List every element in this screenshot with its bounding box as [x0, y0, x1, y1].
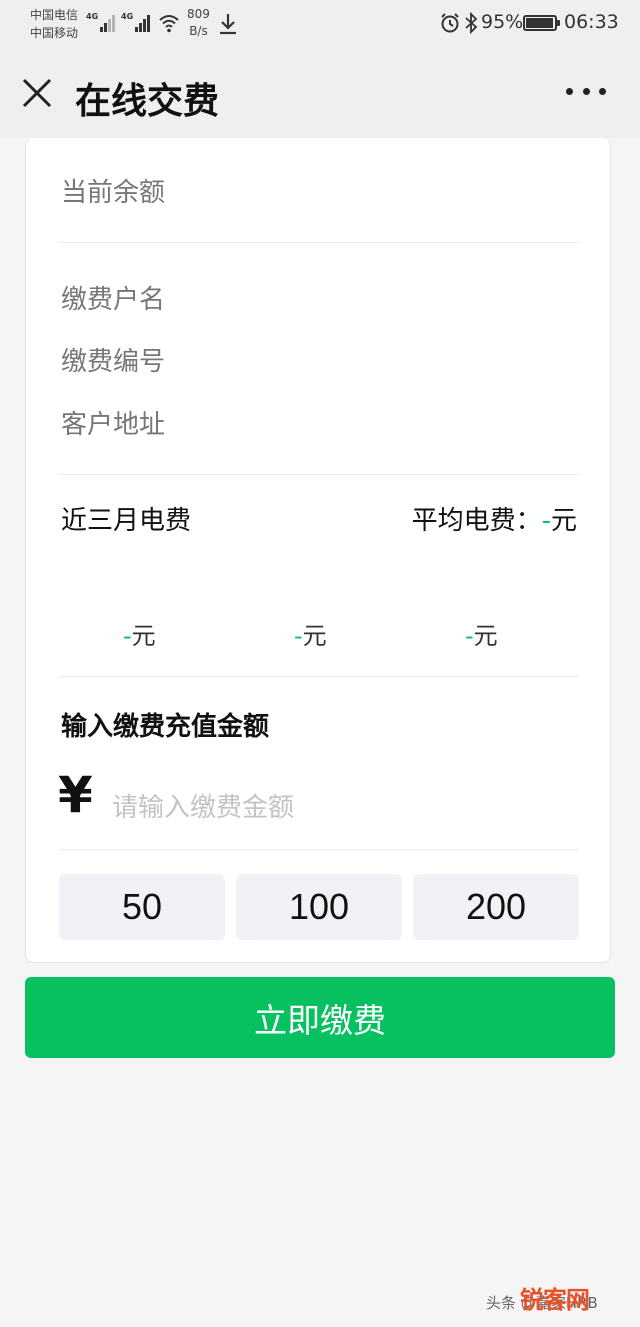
divider: [59, 676, 579, 677]
month-bill-unit: 元: [473, 622, 498, 650]
month-bill-value: -: [294, 622, 303, 650]
recent-bills-label: 近三月电费: [61, 506, 192, 536]
month-bill-value: -: [465, 622, 474, 650]
month-bill-value: -: [123, 622, 132, 650]
network-type-1: 4G: [86, 12, 99, 21]
divider: [59, 474, 579, 475]
amount-input[interactable]: [112, 783, 572, 833]
preset-amount-button[interactable]: 200: [413, 874, 579, 940]
average-bill-unit: 元: [550, 506, 577, 536]
carrier-1: 中国电信: [30, 8, 79, 22]
watermark-logo: 锐客网: [520, 1286, 590, 1314]
average-bill-value: -: [541, 506, 551, 536]
month-bill-1: -元: [123, 616, 156, 651]
carrier-names: 中国电信 中国移动: [30, 6, 78, 42]
battery-percent: 95%: [481, 11, 524, 33]
network-speed: 809 B/s: [187, 6, 210, 40]
speed-unit: B/s: [189, 24, 208, 38]
clock: 06:33: [564, 11, 619, 33]
speed-value: 809: [187, 7, 210, 21]
payment-card: 当前余额 缴费户名 缴费编号 客户地址 近三月电费 平均电费：-元 -元 -元 …: [25, 138, 611, 963]
month-bill-unit: 元: [302, 622, 327, 650]
close-icon[interactable]: [20, 76, 54, 110]
signal-icon: 4G: [121, 12, 151, 32]
signal-icon: 4G: [86, 12, 116, 32]
account-name-label: 缴费户名: [61, 285, 166, 315]
carrier-2: 中国移动: [30, 26, 79, 40]
battery-icon: [523, 15, 560, 31]
preset-amount-button[interactable]: 100: [236, 874, 402, 940]
network-type-2: 4G: [121, 12, 134, 21]
page-title: 在线交费: [75, 81, 220, 122]
preset-amount-button[interactable]: 50: [59, 874, 225, 940]
status-bar: 中国电信 中国移动 4G 4G 809 B/s 95% 06:33: [0, 0, 640, 48]
month-bill-2: -元: [294, 616, 327, 651]
more-icon[interactable]: [566, 88, 606, 98]
month-bill-3: -元: [465, 616, 498, 651]
account-number-label: 缴费编号: [61, 347, 166, 377]
download-icon: [220, 14, 236, 35]
bluetooth-icon: [465, 12, 478, 34]
currency-symbol: ¥: [58, 766, 93, 824]
month-bill-unit: 元: [131, 622, 156, 650]
average-bill: 平均电费：-元: [412, 500, 577, 537]
alarm-icon: [441, 13, 459, 33]
wifi-icon: [159, 15, 179, 33]
nav-bar: 在线交费: [0, 48, 640, 138]
divider: [59, 242, 579, 243]
balance-label: 当前余额: [61, 178, 166, 208]
pay-now-button[interactable]: 立即缴费: [25, 977, 615, 1058]
recharge-title: 输入缴费充值金额: [61, 712, 270, 742]
customer-address-label: 客户地址: [61, 410, 166, 440]
average-bill-prefix: 平均电费：: [411, 506, 542, 536]
divider: [59, 849, 579, 850]
